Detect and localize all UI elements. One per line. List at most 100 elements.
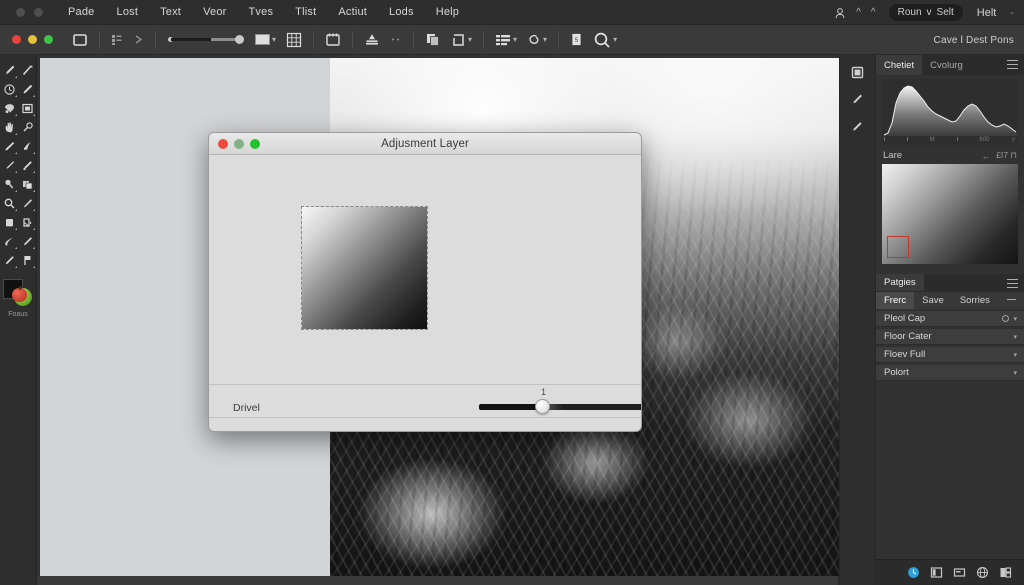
tool-paintbrush-icon[interactable] xyxy=(0,156,18,174)
arrow-right-icon[interactable] xyxy=(128,25,149,55)
grid-icon[interactable] xyxy=(281,25,307,55)
drivel-label: Drivel xyxy=(233,402,260,414)
tool-lasso-icon[interactable] xyxy=(0,99,18,117)
chevron-up-icon-2[interactable]: ^ xyxy=(866,7,881,18)
tool-frame-icon[interactable] xyxy=(18,99,36,117)
histogram-tick-label: 800 xyxy=(979,137,990,143)
accordion-polort[interactable]: Polort ▾ xyxy=(876,364,1024,381)
chevron-down-icon: ▾ xyxy=(613,35,618,44)
tool-gradient-icon[interactable] xyxy=(0,232,18,250)
tool-magnifier-icon[interactable] xyxy=(0,194,18,212)
properties-menu-icon[interactable] xyxy=(1007,279,1018,288)
calendar-icon[interactable] xyxy=(320,25,346,55)
color-swatches[interactable] xyxy=(3,279,33,309)
search-icon[interactable]: ▾ xyxy=(588,25,622,55)
menu-item-pade[interactable]: Pade xyxy=(57,3,106,21)
clock-icon[interactable] xyxy=(907,566,920,579)
navigator-viewport-rect[interactable] xyxy=(887,236,909,258)
page-icon[interactable]: 5 xyxy=(565,25,588,55)
user-icon[interactable] xyxy=(829,0,851,25)
accordion-floor-cater[interactable]: Floor Cater ▾ xyxy=(876,328,1024,345)
chevron-down-icon: ▾ xyxy=(513,35,518,44)
tool-dot-icon[interactable] xyxy=(18,118,36,136)
globe-icon[interactable] xyxy=(976,566,989,579)
tool-hand-icon[interactable] xyxy=(0,118,18,136)
panel-menu-icon[interactable] xyxy=(1007,60,1018,69)
navigator-arrow-icon[interactable]: ← xyxy=(982,151,991,161)
tool-pen-icon[interactable] xyxy=(18,80,36,98)
accordion-floev-full[interactable]: Floev Full ▾ xyxy=(876,346,1024,363)
align-icon[interactable]: ▾ xyxy=(490,25,522,55)
tool-pencil-icon[interactable] xyxy=(0,137,18,155)
menu-item-text[interactable]: Text xyxy=(149,3,192,21)
panel-icon[interactable] xyxy=(953,566,966,579)
adjustment-layer-dialog[interactable]: Adjusment Layer Drivel 1 500 Phage 54% C… xyxy=(208,132,642,432)
workspace-secondary-label: Selt xyxy=(936,7,954,18)
chevron-up-icon-1[interactable]: ^ xyxy=(851,7,866,18)
slider-track[interactable] xyxy=(171,38,239,41)
tool-bucket-icon[interactable] xyxy=(18,213,36,231)
tool-dropper-icon[interactable] xyxy=(18,232,36,250)
menubar-help-label[interactable]: Helt xyxy=(963,7,1011,19)
minimize-button[interactable] xyxy=(28,35,37,44)
tool-clone-stamp-icon[interactable] xyxy=(18,175,36,193)
pen-icon[interactable] xyxy=(850,119,865,134)
options-right-label[interactable]: Cave l Dest Pons xyxy=(934,35,1014,46)
button-save[interactable]: Save xyxy=(914,292,952,309)
tool-smudge-icon[interactable] xyxy=(0,175,18,193)
drivel-slider-track[interactable] xyxy=(479,404,641,410)
drivel-slider-knob[interactable] xyxy=(535,399,550,414)
columns-icon[interactable] xyxy=(930,566,943,579)
menu-item-tves[interactable]: Tves xyxy=(238,3,285,21)
tool-syringe-icon[interactable] xyxy=(18,194,36,212)
chevron-down-icon[interactable]: ▾ xyxy=(1013,315,1017,323)
lasso-icon[interactable]: ▾ xyxy=(522,25,552,55)
chevron-down-icon[interactable]: ▾ xyxy=(1013,333,1017,341)
tool-brush-icon[interactable] xyxy=(18,156,36,174)
ellipsis-icon[interactable] xyxy=(385,25,407,55)
menu-item-lods[interactable]: Lods xyxy=(378,3,425,21)
toolbar-divider xyxy=(413,30,415,49)
accordion-label: Pleol Cap xyxy=(884,313,926,324)
tool-pen-tool-icon[interactable] xyxy=(0,251,18,269)
menu-item-actiut[interactable]: Actiut xyxy=(327,3,378,21)
tool-flag-icon[interactable] xyxy=(18,251,36,269)
accordion-label: Polort xyxy=(884,367,909,378)
dialog-titlebar[interactable]: Adjusment Layer xyxy=(209,133,641,155)
menu-item-veor[interactable]: Veor xyxy=(192,3,237,21)
tool-line-icon[interactable] xyxy=(18,61,36,79)
collapse-icon[interactable] xyxy=(1007,299,1016,300)
zoom-button[interactable] xyxy=(44,35,53,44)
tab-chetiet[interactable]: Chetiet xyxy=(876,55,923,75)
close-button[interactable] xyxy=(12,35,21,44)
button-sorries[interactable]: Sorries xyxy=(952,292,998,309)
workspace-pill[interactable]: Roun v Selt xyxy=(888,4,963,21)
brush-size-slider[interactable] xyxy=(162,35,250,44)
tab-patgies[interactable]: Patgies xyxy=(876,274,924,291)
navigator-thumbnail[interactable] xyxy=(882,164,1018,264)
tab-cvolurg[interactable]: Cvolurg xyxy=(922,55,971,75)
stamp-icon[interactable] xyxy=(359,25,385,55)
layers-icon[interactable] xyxy=(850,65,865,80)
tool-eyedropper-icon[interactable] xyxy=(0,61,18,79)
drivel-tick-label: 1 xyxy=(541,387,547,397)
tool-eraser-icon[interactable] xyxy=(0,213,18,231)
button-frerc[interactable]: Frerc xyxy=(876,292,915,309)
rectangle-marquee-icon[interactable] xyxy=(67,25,93,55)
gradient-preview[interactable] xyxy=(301,206,428,330)
crop-icon[interactable]: ▾ xyxy=(446,25,477,55)
accordion-pleol-cap[interactable]: Pleol Cap ▾ xyxy=(876,310,1024,327)
menu-item-tlist[interactable]: Tlist xyxy=(284,3,327,21)
slider-knob[interactable] xyxy=(235,35,244,44)
tool-clock-icon[interactable] xyxy=(0,80,18,98)
chevron-down-icon[interactable]: ▾ xyxy=(1013,369,1017,377)
list-icon[interactable] xyxy=(106,25,128,55)
layers-stack-icon[interactable] xyxy=(999,566,1012,579)
copy-icon[interactable] xyxy=(420,25,446,55)
menu-item-lost[interactable]: Lost xyxy=(106,3,150,21)
color-swatch-icon[interactable]: ▾ xyxy=(250,25,281,55)
chevron-down-icon[interactable]: ▾ xyxy=(1013,351,1017,359)
eyedropper-icon[interactable] xyxy=(850,92,865,107)
menu-item-help[interactable]: Help xyxy=(425,3,470,21)
tool-blur-icon[interactable] xyxy=(18,137,36,155)
